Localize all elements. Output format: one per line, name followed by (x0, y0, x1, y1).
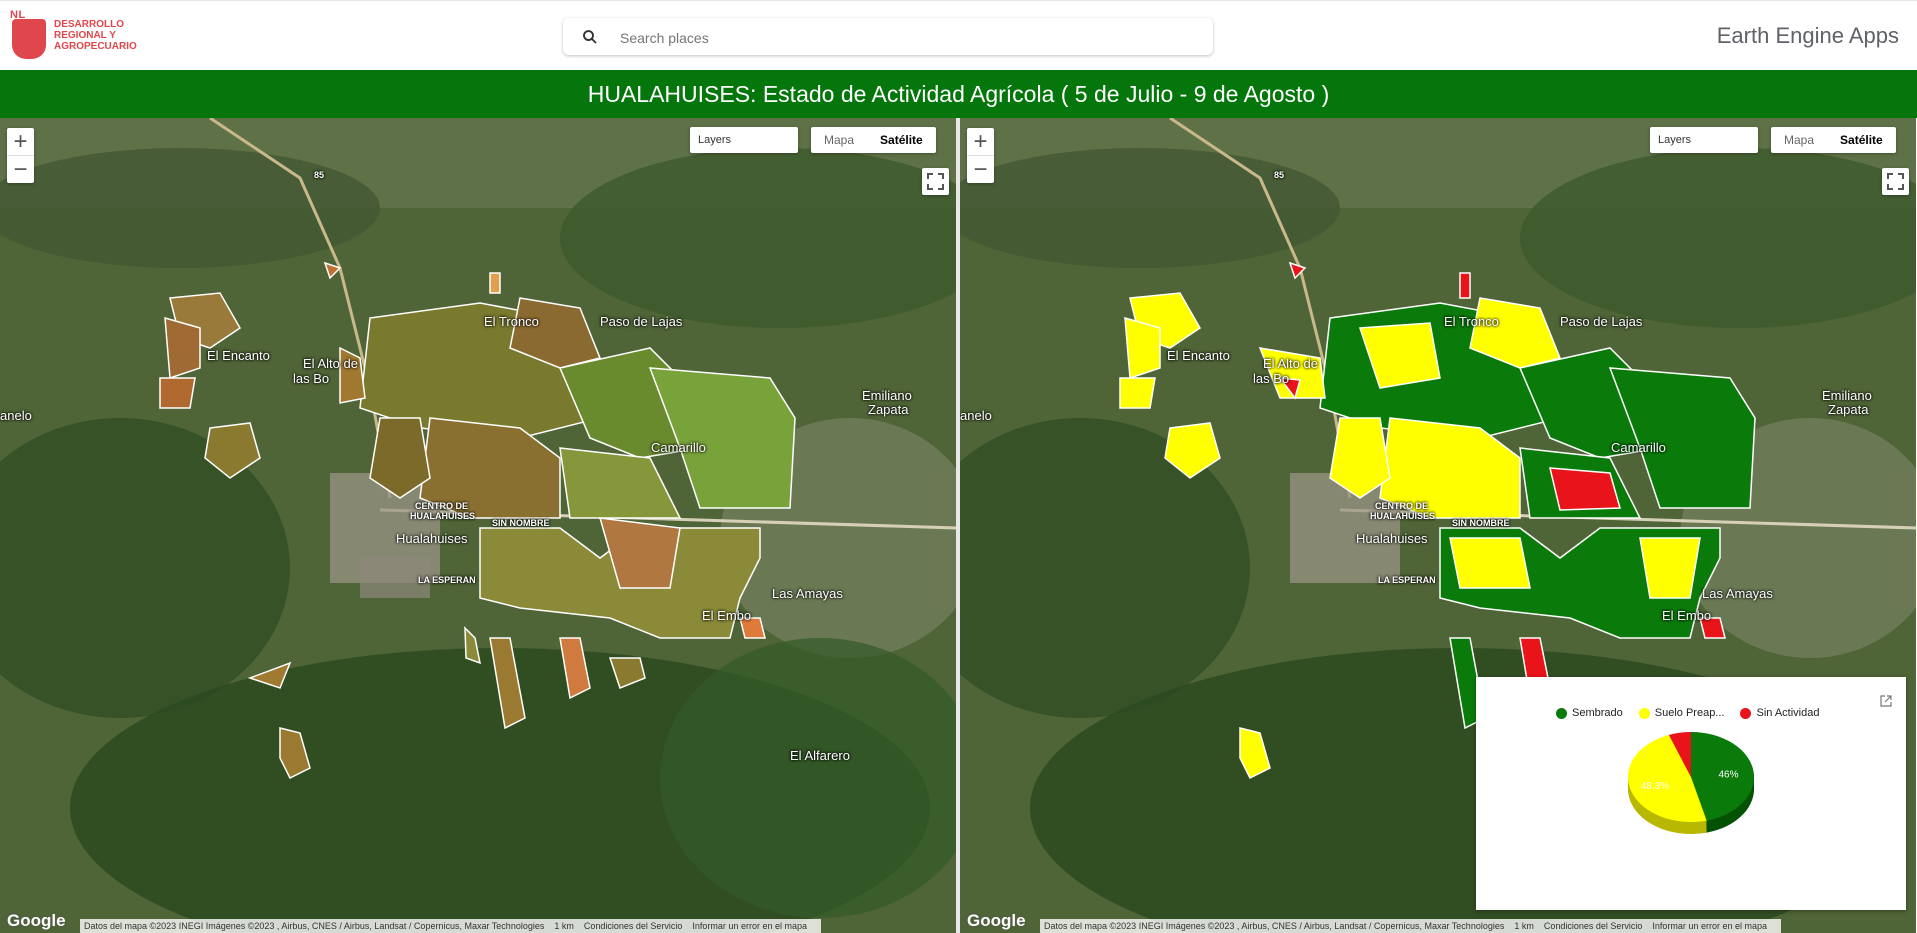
place-label: CENTRO DE (415, 501, 469, 511)
place-label: CENTRO DE (1375, 501, 1429, 511)
place-label: Hualahuises (1356, 531, 1428, 546)
map-type-mapa[interactable]: Mapa (811, 127, 867, 153)
map-type-satelite[interactable]: Satélite (867, 127, 936, 153)
place-label: Zapata (868, 402, 909, 417)
place-label: LA ESPERAN (418, 575, 476, 585)
place-label: El Alfarero (790, 748, 850, 763)
place-label: El Encanto (1167, 348, 1230, 363)
map-type-mapa[interactable]: Mapa (1771, 127, 1827, 153)
place-label: HUALAHUISES (1370, 511, 1436, 521)
zoom-control: + − (967, 128, 994, 183)
road-label: 85 (1274, 170, 1285, 180)
road-label: 85 (314, 170, 325, 180)
place-label: El Tronco (1444, 314, 1499, 329)
place-label: las Bo (293, 371, 330, 386)
map-attribution: Datos del mapa ©2023 INEGI Imágenes ©202… (80, 919, 821, 933)
report-link[interactable]: Informar un error en el mapa (1652, 921, 1767, 931)
zoom-out-button[interactable]: − (967, 156, 994, 183)
chart-panel: Sembrado Suelo Preap... Sin Actividad 46… (1476, 677, 1906, 910)
fullscreen-icon (1887, 173, 1904, 190)
page-title: HUALAHUISES: Estado de Actividad Agrícol… (0, 70, 1917, 118)
place-label: El Embo (702, 608, 752, 623)
zoom-in-button[interactable]: + (7, 128, 34, 155)
brand-title: Earth Engine Apps (1716, 23, 1899, 48)
shield-icon (12, 19, 46, 59)
place-label: El Alto de (1263, 356, 1318, 371)
zoom-in-button[interactable]: + (967, 128, 994, 155)
place-label: El Alto de (303, 356, 358, 371)
map-attribution: Datos del mapa ©2023 INEGI Imágenes ©202… (1040, 919, 1781, 933)
terms-link[interactable]: Condiciones del Servicio (584, 921, 683, 931)
terms-link[interactable]: Condiciones del Servicio (1544, 921, 1643, 931)
zoom-out-button[interactable]: − (7, 156, 34, 183)
place-label: Camarillo (1611, 440, 1666, 455)
place-label: Las Amayas (1702, 586, 1773, 601)
place-label: las Bo (1253, 371, 1290, 386)
layers-select[interactable]: Layers (690, 127, 798, 153)
pie-data-label: 46% (1718, 770, 1738, 781)
layers-select[interactable]: Layers (1650, 127, 1758, 153)
place-label: LA ESPERAN (1378, 575, 1436, 585)
place-label: Paso de Lajas (600, 314, 683, 329)
search-input[interactable] (618, 23, 1182, 52)
satellite-imagery (0, 118, 956, 933)
search-icon (583, 30, 597, 44)
place-label: Paso de Lajas (1560, 314, 1643, 329)
place-label: El Encanto (207, 348, 270, 363)
agency-logo: NL DESARROLLO REGIONAL Y AGROPECUARIO (10, 9, 145, 63)
place-label: Camarillo (651, 440, 706, 455)
place-label: El Embo (1662, 608, 1712, 623)
top-bar: NL DESARROLLOREGIONAL YAGROPECUARIO Eart… (0, 0, 1917, 70)
place-label: Emiliano (1822, 388, 1872, 403)
map-left[interactable]: + − Layers Mapa Satélite El Encanto El A… (0, 118, 956, 933)
place-label: Zapata (1828, 402, 1869, 417)
google-logo: Google (967, 911, 1026, 930)
place-label: SIN NOMBRE (1452, 518, 1510, 528)
fullscreen-icon (927, 173, 944, 190)
map-type-satelite[interactable]: Satélite (1827, 127, 1896, 153)
place-label: SIN NOMBRE (492, 518, 550, 528)
pie-data-label: 48.3% (1641, 781, 1669, 792)
report-link[interactable]: Informar un error en el mapa (692, 921, 807, 931)
google-logo: Google (7, 911, 66, 930)
place-label: anelo (960, 408, 992, 423)
place-label: anelo (0, 408, 32, 423)
place-label: HUALAHUISES (410, 511, 476, 521)
zoom-control: + − (7, 128, 34, 183)
map-type-control: Mapa Satélite (1771, 127, 1896, 153)
fullscreen-button[interactable] (922, 168, 949, 195)
logo-text: DESARROLLO REGIONAL Y AGROPECUARIO (54, 19, 137, 52)
place-label: El Tronco (484, 314, 539, 329)
search-box[interactable] (563, 18, 1213, 55)
place-label: Hualahuises (396, 531, 468, 546)
place-label: Emiliano (862, 388, 912, 403)
place-label: Las Amayas (772, 586, 843, 601)
pie-chart: 46% 48.3% (1627, 732, 1754, 834)
fullscreen-button[interactable] (1882, 168, 1909, 195)
map-type-control: Mapa Satélite (811, 127, 936, 153)
